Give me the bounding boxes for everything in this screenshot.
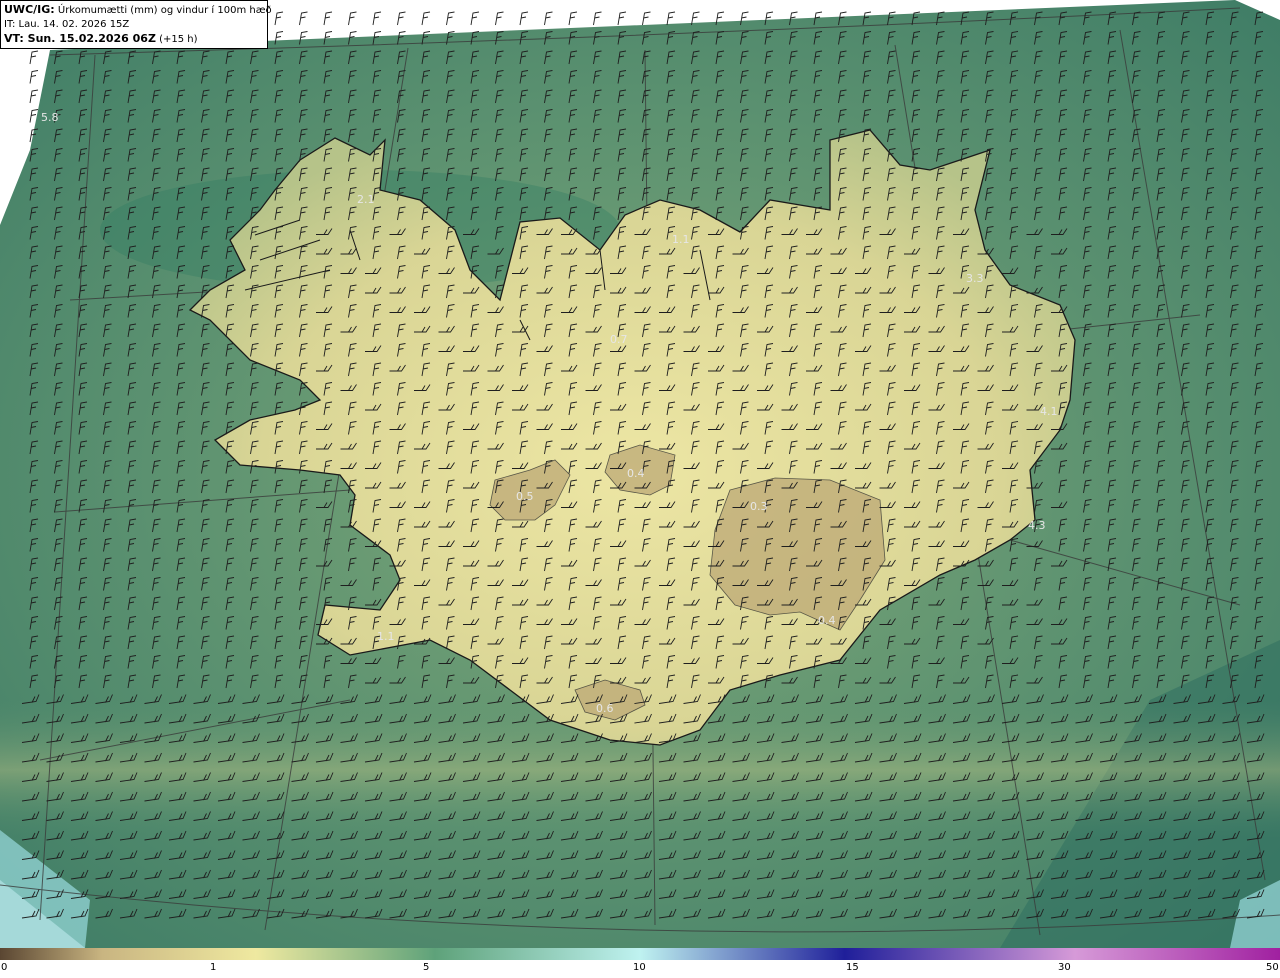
colorbar-tick: 10 [633, 962, 646, 973]
colorbar-tick: 0 [1, 962, 8, 973]
map-value-label: 1.1 [377, 630, 395, 643]
map-value-label: 0.6 [596, 702, 614, 715]
colorbar-tick: 15 [846, 962, 859, 973]
valid-time-row: VT: Sun. 15.02.2026 06Z (+15 h) [4, 32, 264, 47]
map-value-label: 4.1 [1040, 405, 1058, 418]
colorbar-tick: 1 [210, 962, 217, 973]
valid-offset: (+15 h) [159, 34, 198, 45]
map-value-label: 0.4 [818, 614, 836, 627]
map-value-label: 0.7 [610, 333, 628, 346]
title-box: UWC/IG: Úrkomumætti (mm) og vindur í 100… [0, 0, 272, 49]
colorbar-tick: 30 [1058, 962, 1071, 973]
map-value-label: 4.3 [1028, 519, 1046, 532]
colorbar-tick: 50 [1266, 962, 1279, 973]
map-value-label: 5.8 [41, 111, 59, 124]
map-value-label: 0.4 [627, 467, 645, 480]
product-code: UWC/IG: [4, 3, 55, 16]
map-value-label: 2.1 [357, 193, 375, 206]
map-value-label: 0.5 [516, 490, 534, 503]
title-row: UWC/IG: Úrkomumætti (mm) og vindur í 100… [4, 3, 272, 18]
map-value-label: 3.3 [966, 272, 984, 285]
issue-time: IT: Lau. 14. 02. 2026 15Z [4, 19, 130, 30]
colorbar [0, 948, 1280, 960]
map-value-label: 1.1 [672, 233, 690, 246]
map-title: Úrkomumætti (mm) og vindur í 100m hæð [57, 5, 272, 16]
colorbar-tick: 5 [423, 962, 430, 973]
map-value-label: 0.3 [750, 500, 768, 513]
valid-time: VT: Sun. 15.02.2026 06Z [4, 32, 156, 45]
